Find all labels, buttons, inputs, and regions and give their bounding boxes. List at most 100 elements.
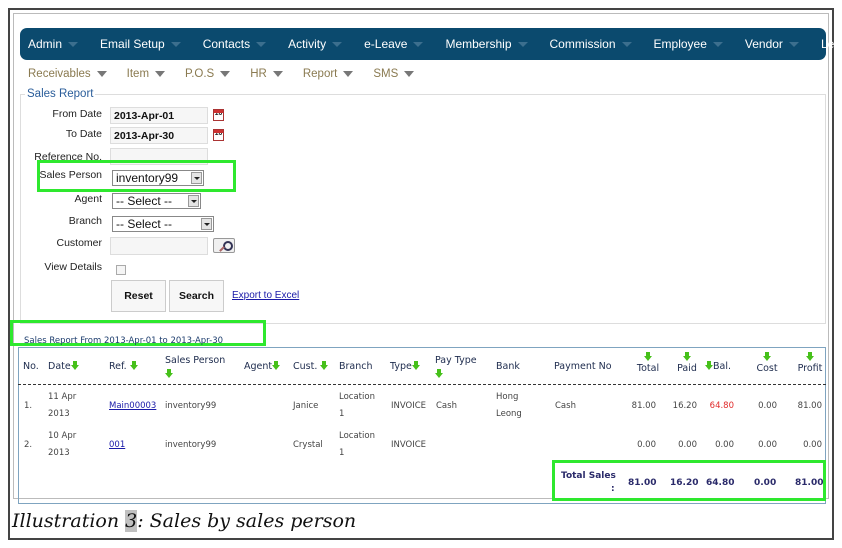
- submenu-label: Receivables: [28, 68, 91, 80]
- menu-vendor[interactable]: Vendor: [745, 37, 799, 51]
- search-button[interactable]: Search: [169, 280, 224, 312]
- col-ref[interactable]: Ref.: [109, 361, 138, 372]
- export-to-excel-link[interactable]: Export to Excel: [232, 290, 299, 301]
- cell-cust: Janice: [293, 401, 319, 411]
- submenu-item[interactable]: Item: [126, 68, 166, 80]
- col-cost[interactable]: Cost: [753, 352, 781, 374]
- total-paid: 16.20: [670, 478, 699, 488]
- to-date-field[interactable]: 2013-Apr-30: [110, 127, 208, 144]
- menu-e-leave[interactable]: e-Leave: [364, 37, 424, 51]
- col-label: Cust.: [293, 361, 318, 372]
- ref-link[interactable]: Main00003: [109, 401, 156, 411]
- sort-arrow-icon: [411, 361, 420, 370]
- sort-arrow-icon: [165, 369, 173, 378]
- cell-pay-type: Cash: [436, 401, 457, 411]
- submenu-label: P.O.S: [185, 68, 215, 80]
- col-pay-type[interactable]: Pay Type: [435, 355, 477, 378]
- date-line: 2013: [48, 409, 70, 419]
- col-profit[interactable]: Profit: [795, 352, 825, 374]
- cell-ref: Main00003: [109, 398, 156, 415]
- dropdown-arrow-icon: [188, 195, 199, 207]
- col-type[interactable]: Type: [390, 361, 420, 372]
- chevron-down-icon: [621, 41, 632, 47]
- view-details-checkbox[interactable]: [116, 265, 126, 275]
- submenu-label: Report: [302, 68, 338, 80]
- col-label: Total: [636, 363, 660, 374]
- menu-membership[interactable]: Membership: [445, 37, 528, 51]
- col-bank: Bank: [496, 361, 520, 372]
- menu-commission[interactable]: Commission: [550, 37, 632, 51]
- chevron-down-icon: [96, 71, 107, 77]
- col-bal[interactable]: Bal.: [705, 361, 731, 372]
- col-label: Agent: [244, 361, 273, 372]
- calendar-icon[interactable]: 10: [213, 109, 224, 121]
- menu-ledger[interactable]: Ledger: [821, 37, 842, 51]
- submenu-label: HR: [250, 68, 267, 80]
- col-paid[interactable]: Paid: [674, 352, 700, 374]
- customer-field[interactable]: [110, 237, 208, 255]
- calendar-icon[interactable]: 10: [213, 129, 224, 141]
- submenu-label: Item: [126, 68, 150, 80]
- main-menu-bar: Admin Email Setup Contacts Activity e-Le…: [20, 28, 842, 60]
- submenu-pos[interactable]: P.O.S: [185, 68, 231, 80]
- branch-line: Location: [339, 431, 375, 441]
- cell-sales-person: inventory99: [165, 401, 217, 411]
- col-label: Bal.: [713, 361, 731, 372]
- menu-label: Contacts: [202, 37, 251, 51]
- caption-number: 3: [125, 510, 138, 532]
- cell-cost: 0.00: [758, 440, 777, 450]
- col-label: Cost: [756, 363, 778, 374]
- menu-employee[interactable]: Employee: [654, 37, 723, 51]
- submenu-sms[interactable]: SMS: [373, 68, 415, 80]
- menu-admin[interactable]: Admin: [28, 37, 79, 51]
- chevron-down-icon: [332, 41, 343, 47]
- sort-arrow-icon: [683, 352, 691, 361]
- col-cust[interactable]: Cust.: [293, 361, 329, 372]
- caption-prefix: Illustration: [12, 510, 126, 532]
- submenu-receivables[interactable]: Receivables: [28, 68, 107, 80]
- to-date-label: To Date: [65, 128, 102, 140]
- cell-no: 1.: [24, 401, 33, 411]
- branch-select[interactable]: -- Select --: [112, 216, 214, 232]
- col-total[interactable]: Total: [633, 352, 663, 374]
- branch-line: Location: [339, 392, 375, 402]
- search-icon[interactable]: [213, 238, 235, 253]
- chevron-down-icon: [155, 71, 166, 77]
- cell-no: 2.: [24, 440, 33, 450]
- reset-button[interactable]: Reset: [111, 280, 166, 312]
- ref-link[interactable]: 001: [109, 440, 125, 450]
- dropdown-arrow-icon: [201, 218, 212, 230]
- menu-contacts[interactable]: Contacts: [202, 37, 267, 51]
- menu-email-setup[interactable]: Email Setup: [100, 37, 181, 51]
- chevron-down-icon: [68, 41, 79, 47]
- sort-arrow-icon: [320, 361, 329, 370]
- col-date[interactable]: Date: [48, 361, 79, 372]
- chevron-down-icon: [712, 41, 723, 47]
- menu-label: Ledger: [820, 37, 842, 51]
- agent-select[interactable]: -- Select --: [112, 193, 201, 209]
- sort-arrow-icon: [705, 361, 713, 370]
- menu-label: Vendor: [744, 37, 783, 51]
- sales-person-select[interactable]: inventory99: [112, 170, 204, 186]
- cell-bank: Hong Leong: [496, 389, 522, 423]
- cell-payment-no: Cash: [555, 401, 576, 411]
- total-sales-label: Total Sales: [561, 471, 616, 481]
- cell-total: 81.00: [631, 401, 656, 411]
- col-label: Type: [390, 361, 412, 372]
- sales-person-label: Sales Person: [39, 169, 102, 181]
- submenu-report[interactable]: Report: [303, 68, 354, 80]
- bank-line: Hong: [496, 392, 519, 402]
- menu-activity[interactable]: Activity: [288, 37, 343, 51]
- submenu-label: SMS: [373, 68, 399, 80]
- from-date-field[interactable]: 2013-Apr-01: [110, 107, 208, 124]
- date-line: 2013: [48, 448, 70, 458]
- cell-date: 10 Apr 2013: [48, 428, 76, 462]
- customer-label: Customer: [56, 237, 102, 249]
- select-value: -- Select --: [116, 217, 173, 231]
- col-sales-person[interactable]: Sales Person: [165, 355, 225, 378]
- submenu-hr[interactable]: HR: [250, 68, 283, 80]
- cell-paid: 16.20: [672, 401, 697, 411]
- col-agent[interactable]: Agent: [244, 361, 281, 372]
- view-details-label: View Details: [44, 261, 102, 273]
- report-title: Sales Report From 2013-Apr-01 to 2013-Ap…: [24, 336, 224, 346]
